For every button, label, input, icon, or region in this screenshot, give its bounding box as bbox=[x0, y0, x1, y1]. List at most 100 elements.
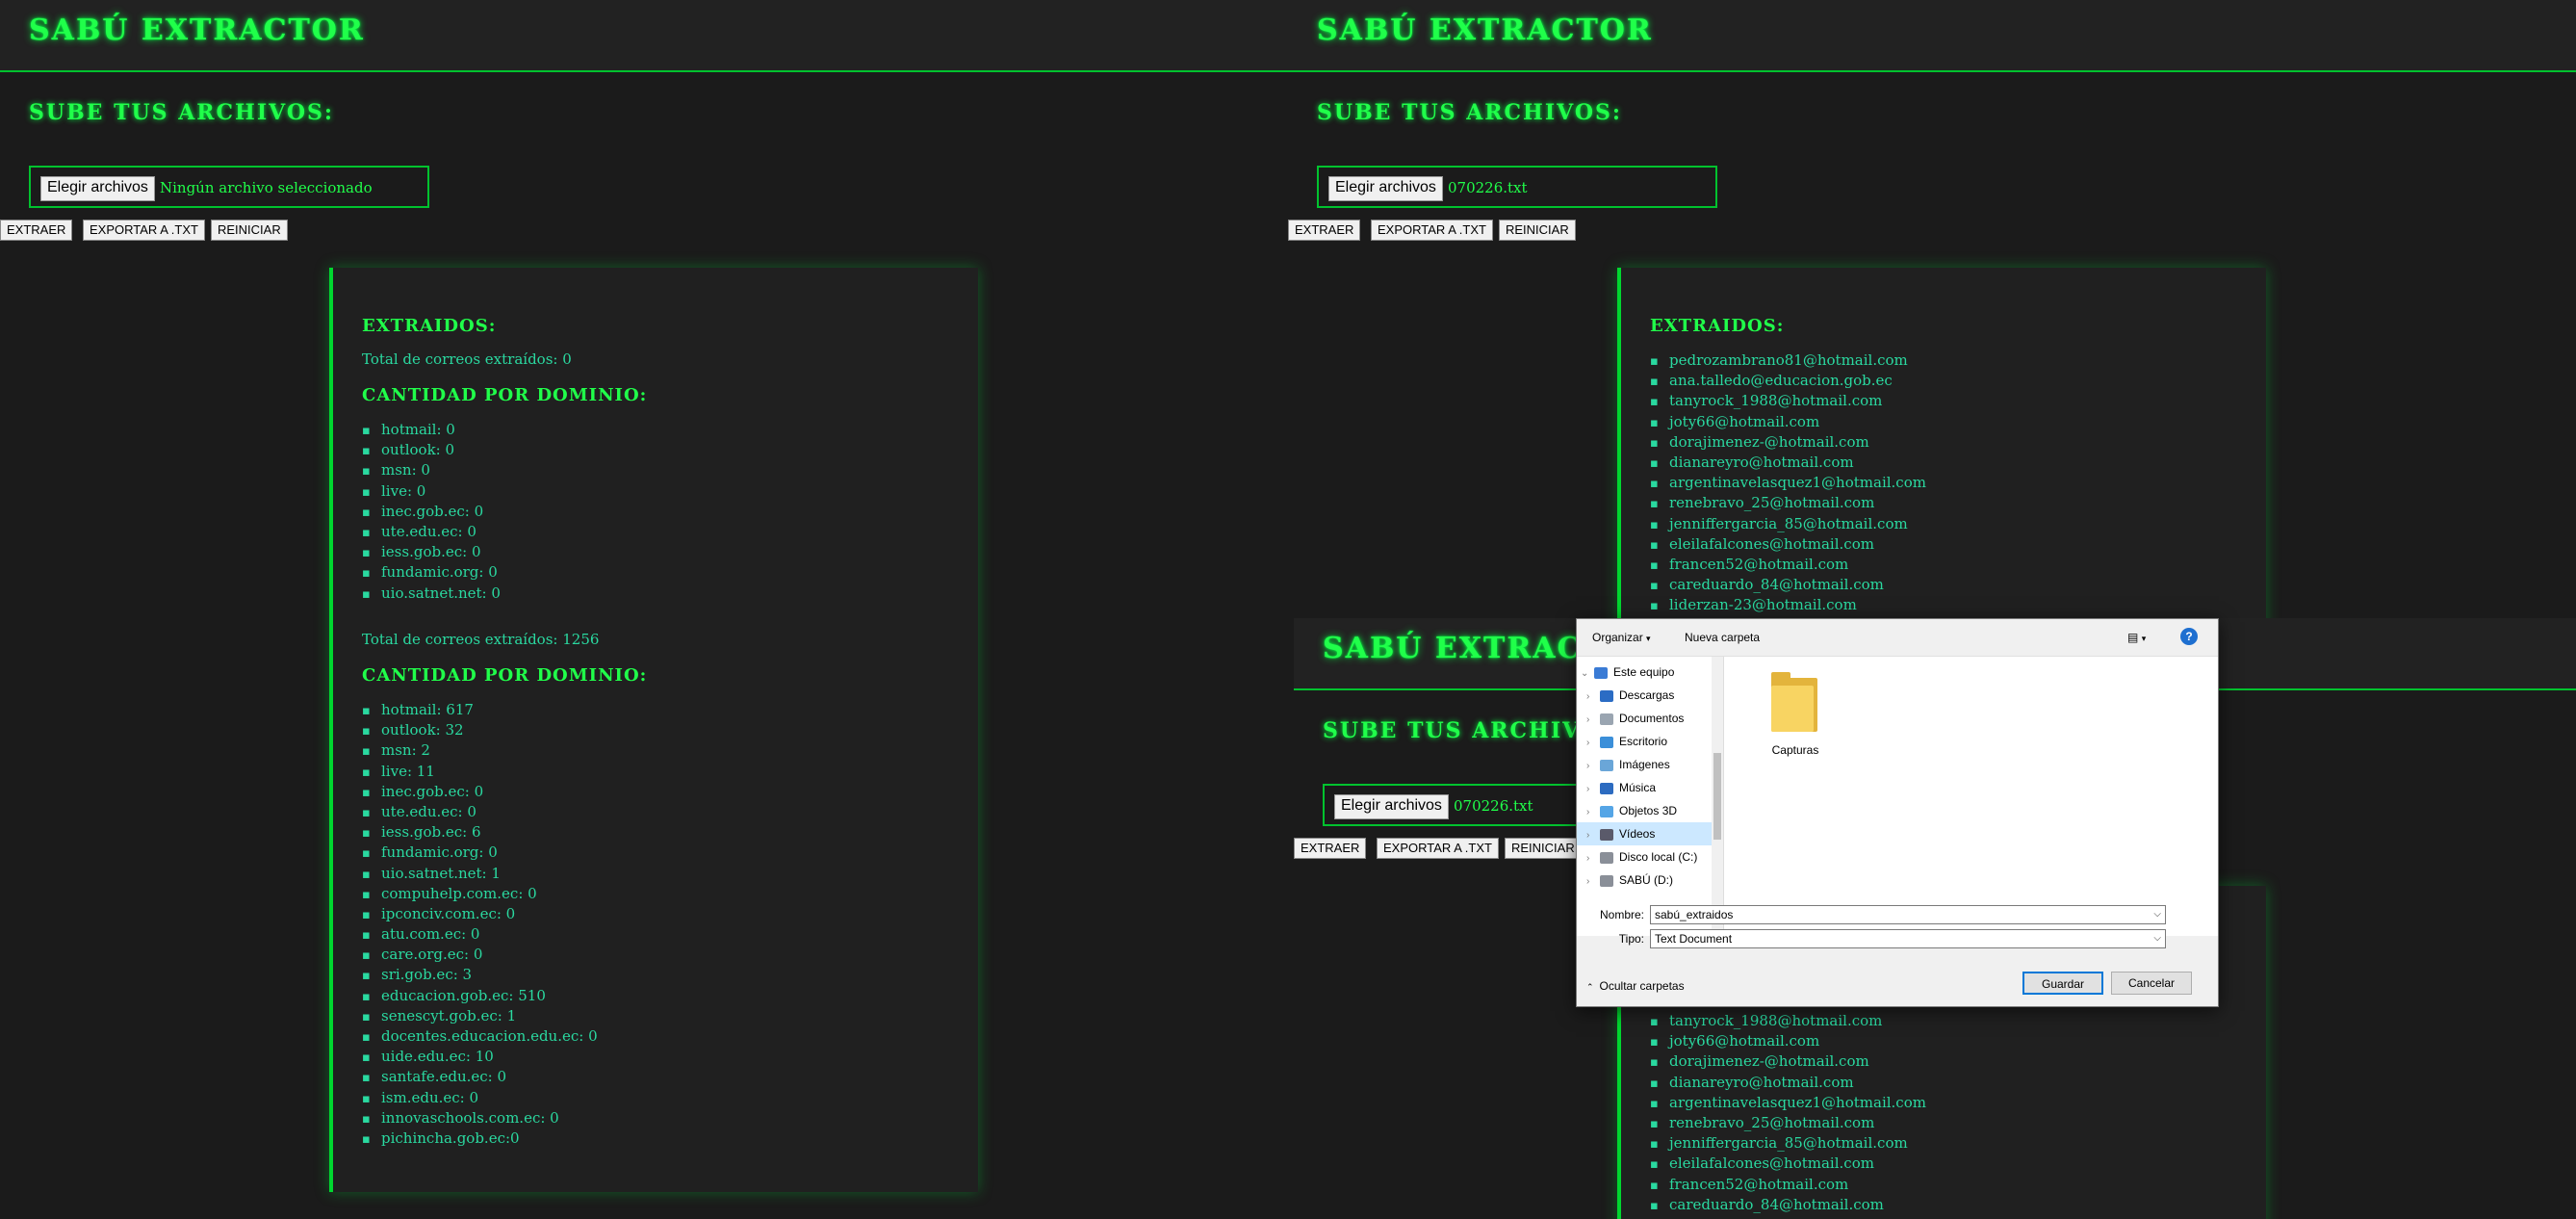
extracted-heading: EXTRAIDOS: bbox=[362, 316, 497, 336]
drive-icon bbox=[1600, 874, 1613, 887]
list-item: pedrozambrano81@hotmail.com bbox=[1650, 350, 1926, 371]
name-label: Nombre: bbox=[1599, 908, 1644, 921]
list-item: tanyrock_1988@hotmail.com bbox=[1650, 391, 1926, 411]
file-input-box[interactable]: Elegir archivos Ningún archivo seleccion… bbox=[29, 166, 429, 208]
domain-list: hotmail: 617outlook: 32msn: 2live: 11ine… bbox=[362, 700, 598, 1149]
save-file-dialog: Organizar ▾ Nueva carpeta ▤ ▾ ? ⌄ Este eq… bbox=[1576, 618, 2219, 1007]
list-item: outlook: 0 bbox=[362, 440, 501, 460]
choose-files-button[interactable]: Elegir archivos bbox=[1328, 176, 1443, 201]
nav-item[interactable]: › Música bbox=[1577, 776, 1712, 799]
nav-item[interactable]: › Objetos 3D bbox=[1577, 799, 1712, 822]
nav-item[interactable]: › Vídeos bbox=[1577, 822, 1712, 845]
list-item: dianareyro@hotmail.com bbox=[1650, 1073, 1926, 1093]
results-card: EXTRAIDOS: Total de correos extraídos: 0… bbox=[329, 268, 978, 1192]
new-folder-button[interactable]: Nueva carpeta bbox=[1685, 631, 1760, 644]
drive-icon bbox=[1600, 851, 1613, 864]
nav-item-label: SABÚ (D:) bbox=[1619, 873, 1674, 887]
chevron-right-icon[interactable]: › bbox=[1586, 709, 1596, 732]
nav-item-label: Este equipo bbox=[1613, 665, 1675, 679]
list-item: atu.com.ec: 0 bbox=[362, 924, 598, 945]
list-item: sri.gob.ec: 3 bbox=[362, 965, 598, 985]
reset-button[interactable]: REINICIAR bbox=[1499, 220, 1576, 241]
list-item: dorajimenez-@hotmail.com bbox=[1650, 432, 1926, 453]
export-button[interactable]: EXPORTAR A .TXT bbox=[83, 220, 205, 241]
chevron-right-icon[interactable]: › bbox=[1586, 847, 1596, 870]
chevron-down-icon[interactable]: ⌵ bbox=[2153, 930, 2161, 947]
nav-scrollbar[interactable] bbox=[1712, 657, 1723, 936]
chevron-right-icon[interactable]: › bbox=[1586, 755, 1596, 778]
nav-item-label: Objetos 3D bbox=[1619, 804, 1678, 817]
list-item: live: 11 bbox=[362, 762, 598, 782]
choose-files-button[interactable]: Elegir archivos bbox=[1334, 794, 1449, 819]
list-item: hotmail: 0 bbox=[362, 420, 501, 440]
view-options-button[interactable]: ▤ ▾ bbox=[2127, 631, 2146, 644]
list-item: senescyt.gob.ec: 1 bbox=[362, 1006, 598, 1026]
export-button[interactable]: EXPORTAR A .TXT bbox=[1371, 220, 1493, 241]
chevron-right-icon[interactable]: › bbox=[1586, 778, 1596, 801]
save-button[interactable]: Guardar bbox=[2022, 972, 2103, 995]
chevron-right-icon[interactable]: › bbox=[1586, 801, 1596, 824]
list-item: fundamic.org: 0 bbox=[362, 562, 501, 583]
list-item: iess.gob.ec: 0 bbox=[362, 542, 501, 562]
nav-item[interactable]: › SABÚ (D:) bbox=[1577, 869, 1712, 892]
list-item: ipconciv.com.ec: 0 bbox=[362, 904, 598, 924]
scrollbar-thumb[interactable] bbox=[1713, 753, 1721, 840]
file-status: 070226.txt bbox=[1448, 179, 1528, 196]
nav-item[interactable]: › Imágenes bbox=[1577, 753, 1712, 776]
desktop-icon bbox=[1600, 736, 1613, 748]
nav-item-label: Música bbox=[1619, 781, 1657, 794]
list-item: ute.edu.ec: 0 bbox=[362, 522, 501, 542]
list-item: jenniffergarcia_85@hotmail.com bbox=[1650, 1133, 1926, 1154]
organize-label: Organizar bbox=[1592, 631, 1643, 644]
chevron-up-icon: ⌃ bbox=[1586, 982, 1594, 992]
list-item: argentinavelasquez1@hotmail.com bbox=[1650, 1093, 1926, 1113]
chevron-right-icon[interactable]: › bbox=[1586, 824, 1596, 847]
nav-item-label: Vídeos bbox=[1619, 827, 1656, 841]
list-item: liderzan-23@hotmail.com bbox=[1650, 595, 1926, 615]
nav-item[interactable]: › Documentos bbox=[1577, 707, 1712, 730]
cancel-button[interactable]: Cancelar bbox=[2111, 972, 2192, 995]
domain-list-clip: hotmail: 0outlook: 0msn: 0live: 0inec.go… bbox=[333, 420, 978, 603]
app-header: SABÚ EXTRACTOR bbox=[0, 0, 1288, 72]
choose-files-button[interactable]: Elegir archivos bbox=[40, 176, 155, 201]
nav-item[interactable]: › Descargas bbox=[1577, 684, 1712, 707]
extract-button[interactable]: EXTRAER bbox=[0, 220, 73, 241]
chevron-right-icon[interactable]: › bbox=[1586, 870, 1596, 894]
file-name-value: sabú_extraidos bbox=[1655, 908, 1734, 921]
video-icon bbox=[1600, 828, 1613, 841]
nav-item[interactable]: › Escritorio bbox=[1577, 730, 1712, 753]
music-icon bbox=[1600, 782, 1613, 794]
folder-label[interactable]: Capturas bbox=[1757, 743, 1834, 757]
list-item: innovaschools.com.ec: 0 bbox=[362, 1108, 598, 1128]
reset-button[interactable]: REINICIAR bbox=[211, 220, 288, 241]
chevron-down-icon[interactable]: ⌵ bbox=[2153, 906, 2161, 923]
list-item: inec.gob.ec: 0 bbox=[362, 782, 598, 802]
chevron-right-icon[interactable]: › bbox=[1586, 732, 1596, 755]
nav-item[interactable]: › Disco local (C:) bbox=[1577, 845, 1712, 869]
file-input-box[interactable]: Elegir archivos 070226.txt bbox=[1317, 166, 1717, 208]
reset-button[interactable]: REINICIAR bbox=[1505, 838, 1582, 859]
app-title: SABÚ EXTRACTOR bbox=[1317, 13, 1653, 47]
list-item: dorajimenez-@hotmail.com bbox=[1650, 1051, 1926, 1072]
export-button[interactable]: EXPORTAR A .TXT bbox=[1377, 838, 1499, 859]
help-button[interactable]: ? bbox=[2180, 628, 2198, 645]
list-item: joty66@hotmail.com bbox=[1650, 412, 1926, 432]
extract-button[interactable]: EXTRAER bbox=[1294, 838, 1367, 859]
list-item: renebravo_25@hotmail.com bbox=[1650, 493, 1926, 513]
list-item: care.org.ec: 0 bbox=[362, 945, 598, 965]
chevron-down-icon: ▾ bbox=[2141, 634, 2147, 643]
file-name-input[interactable]: sabú_extraidos ⌵ bbox=[1650, 905, 2166, 924]
list-item: jenniffergarcia_85@hotmail.com bbox=[1650, 514, 1926, 534]
nav-item[interactable]: ⌄ Este equipo bbox=[1577, 661, 1712, 684]
navigation-pane: ⌄ Este equipo › Descargas › Documentos › Escrit… bbox=[1577, 657, 1724, 936]
extract-button[interactable]: EXTRAER bbox=[1288, 220, 1361, 241]
hide-folders-label: Ocultar carpetas bbox=[1599, 979, 1685, 993]
chevron-down-icon[interactable]: ⌄ bbox=[1581, 662, 1590, 686]
organize-menu[interactable]: Organizar ▾ bbox=[1592, 631, 1651, 644]
chevron-right-icon[interactable]: › bbox=[1586, 686, 1596, 709]
list-item: educacion.gob.ec: 510 bbox=[362, 986, 598, 1006]
hide-folders-toggle[interactable]: ⌃ Ocultar carpetas bbox=[1586, 979, 1685, 993]
folder-icon[interactable] bbox=[1767, 672, 1821, 736]
list-item: pichincha.gob.ec:0 bbox=[362, 1128, 598, 1149]
file-type-select[interactable]: Text Document ⌵ bbox=[1650, 929, 2166, 948]
